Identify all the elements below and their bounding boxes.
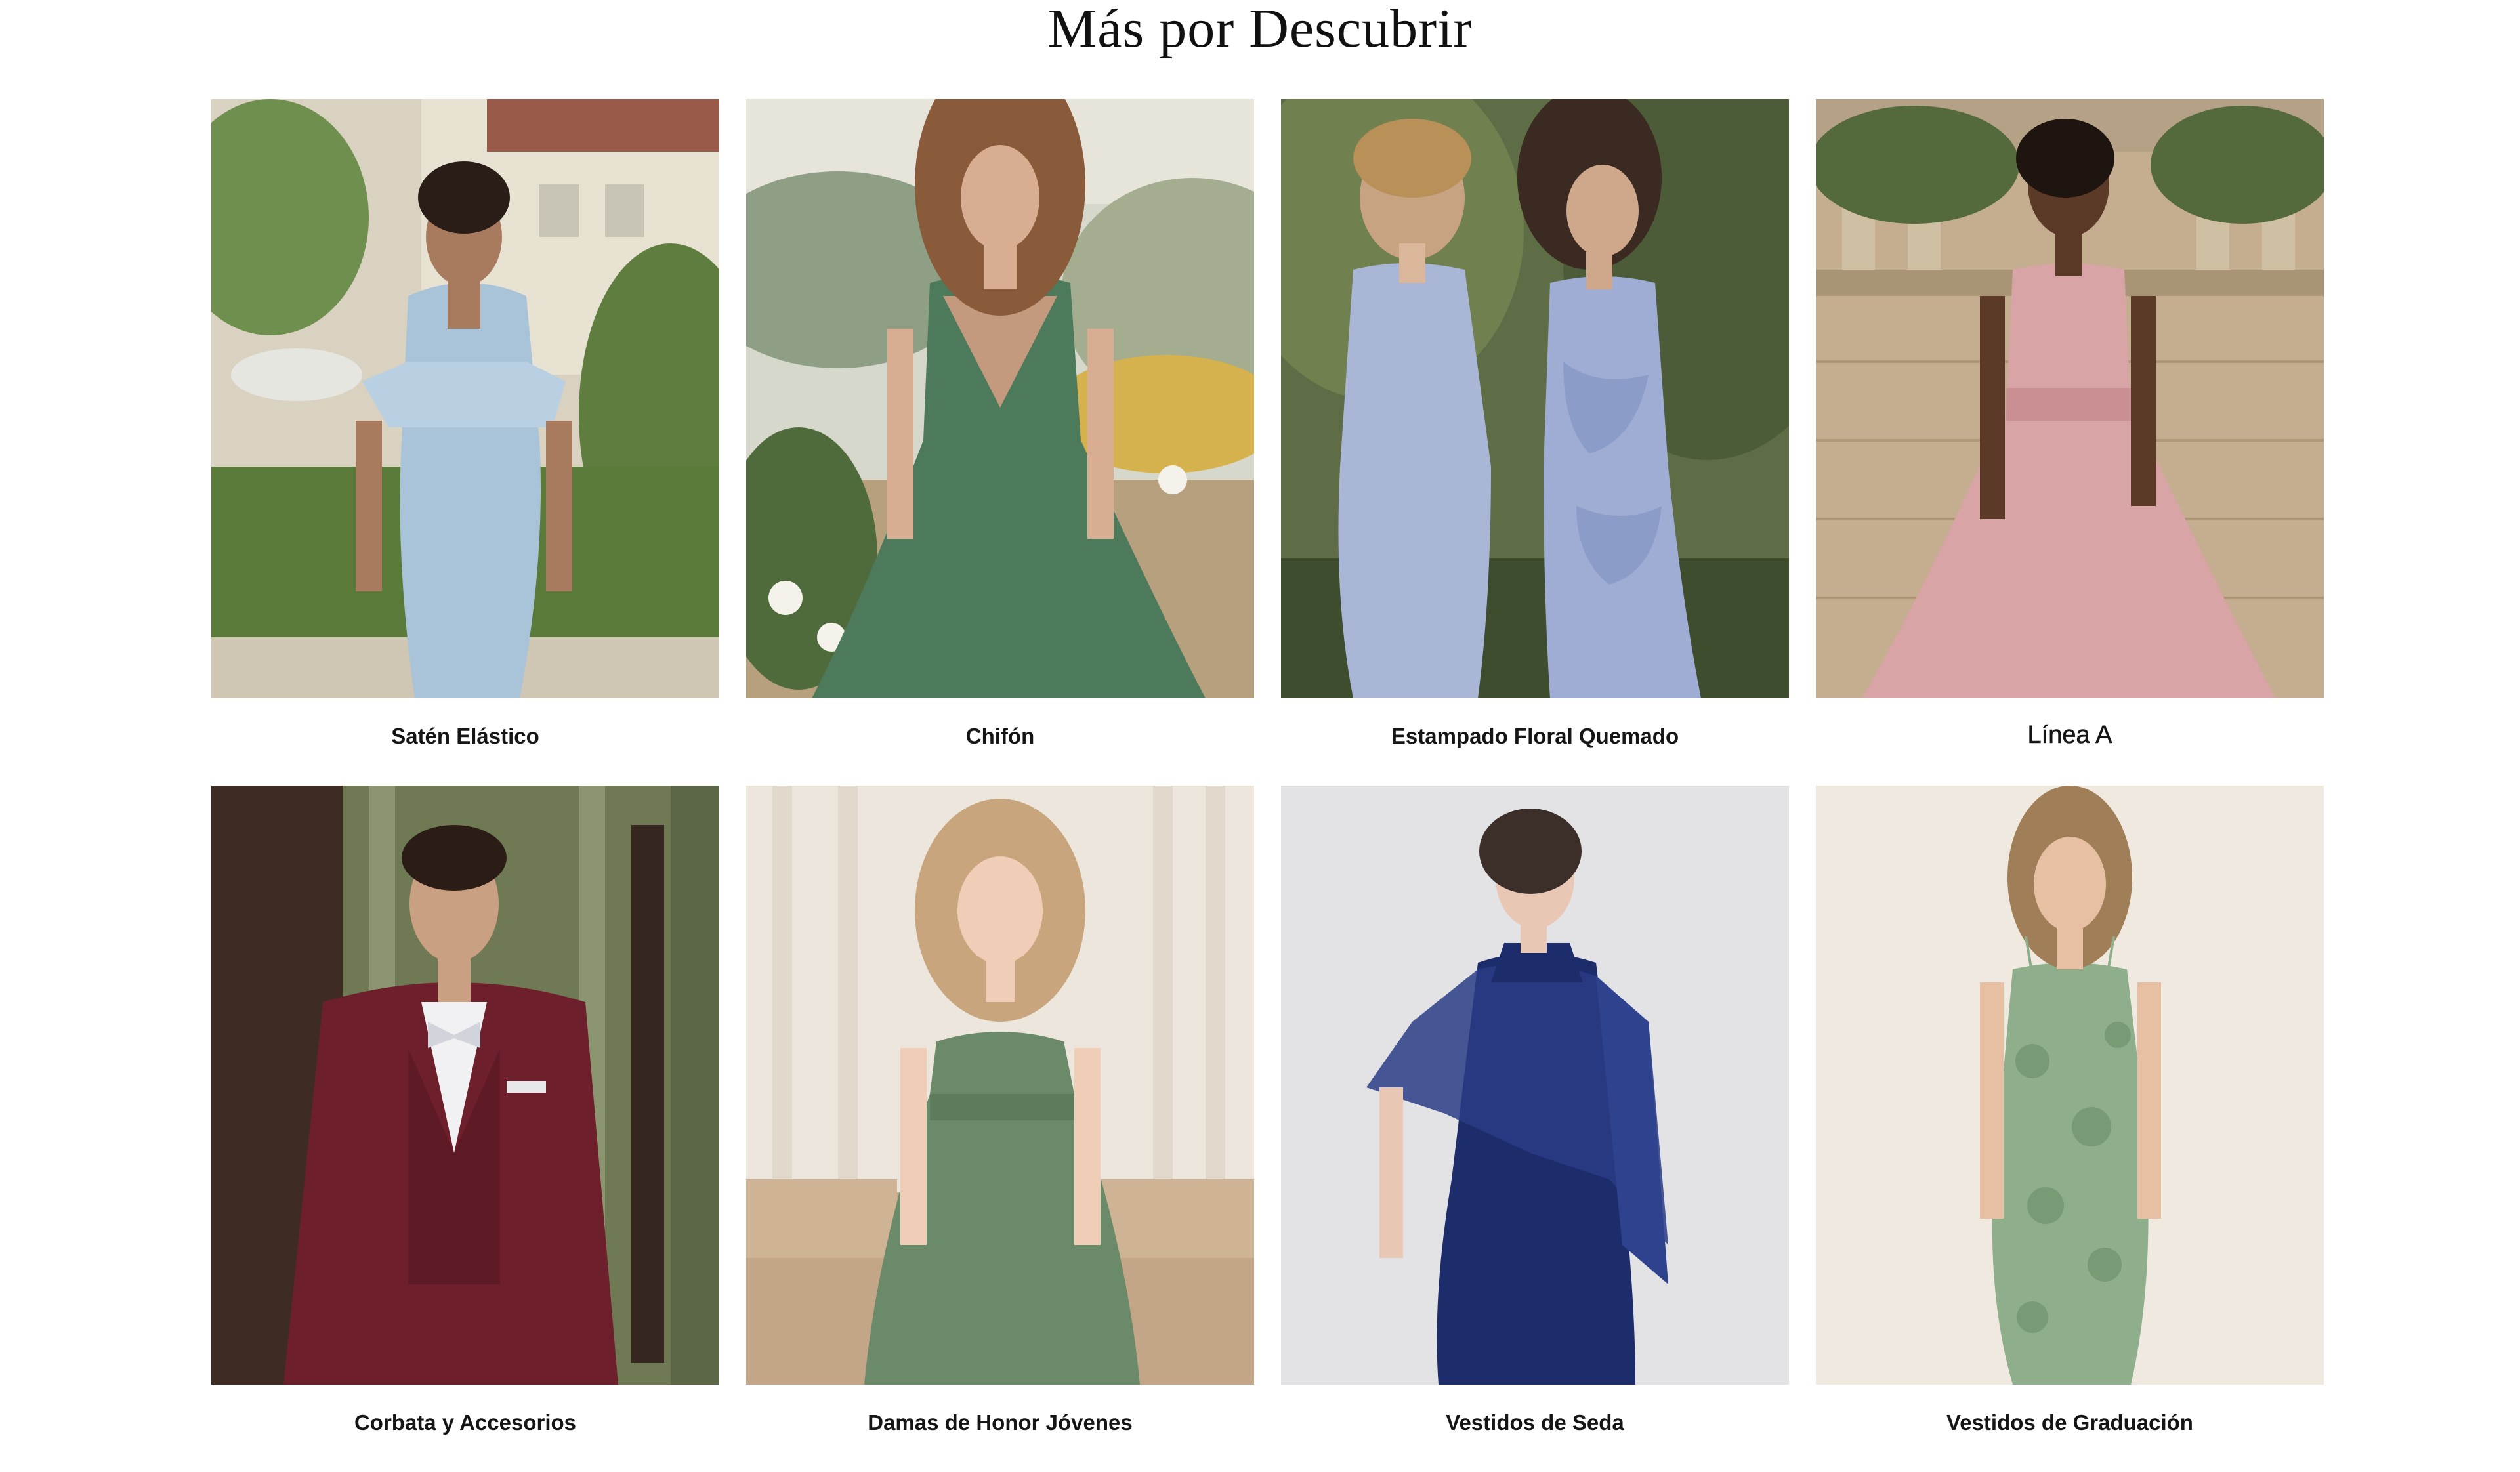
more-to-discover-section: Más por Descubrir Satén Elástico Chifón … [0, 0, 2520, 1437]
category-card[interactable]: Vestidos de Seda [1281, 786, 1789, 1472]
category-label[interactable]: Vestidos de Graduación [1816, 1410, 2324, 1436]
category-image[interactable] [1816, 786, 2324, 1385]
category-card[interactable]: Chifón [746, 99, 1254, 786]
category-card[interactable]: Satén Elástico [211, 99, 719, 786]
dress-photo-silk [1281, 786, 1789, 1385]
category-label[interactable]: Satén Elástico [211, 723, 719, 749]
dress-photo-junior [746, 786, 1254, 1385]
category-grid: Satén Elástico Chifón Estampado Floral Q… [211, 99, 2324, 1472]
category-label[interactable]: Línea A [1816, 722, 2324, 749]
category-image[interactable] [1281, 786, 1789, 1385]
category-label[interactable]: Corbata y Accesorios [211, 1410, 719, 1436]
category-card[interactable]: Corbata y Accesorios [211, 786, 719, 1472]
category-image[interactable] [211, 786, 719, 1385]
category-image[interactable] [1816, 99, 2324, 698]
dress-photo-a-line [1816, 99, 2324, 698]
dress-photo-prom [1816, 786, 2324, 1385]
category-image[interactable] [1281, 99, 1789, 698]
dress-photo-floral [1281, 99, 1789, 698]
category-label[interactable]: Vestidos de Seda [1281, 1410, 1789, 1436]
suit-photo-accessories [211, 786, 719, 1385]
category-card[interactable]: Damas de Honor Jóvenes [746, 786, 1254, 1472]
category-image[interactable] [746, 786, 1254, 1385]
dress-photo-satin [211, 99, 719, 698]
category-card[interactable]: Línea A [1816, 99, 2324, 786]
category-image[interactable] [211, 99, 719, 698]
category-label[interactable]: Chifón [746, 723, 1254, 749]
category-label[interactable]: Damas de Honor Jóvenes [746, 1410, 1254, 1436]
category-image[interactable] [746, 99, 1254, 698]
category-card[interactable]: Vestidos de Graduación [1816, 786, 2324, 1472]
section-title: Más por Descubrir [1047, 0, 1473, 59]
category-label[interactable]: Estampado Floral Quemado [1281, 723, 1789, 749]
dress-photo-chiffon [746, 99, 1254, 698]
category-card[interactable]: Estampado Floral Quemado [1281, 99, 1789, 786]
